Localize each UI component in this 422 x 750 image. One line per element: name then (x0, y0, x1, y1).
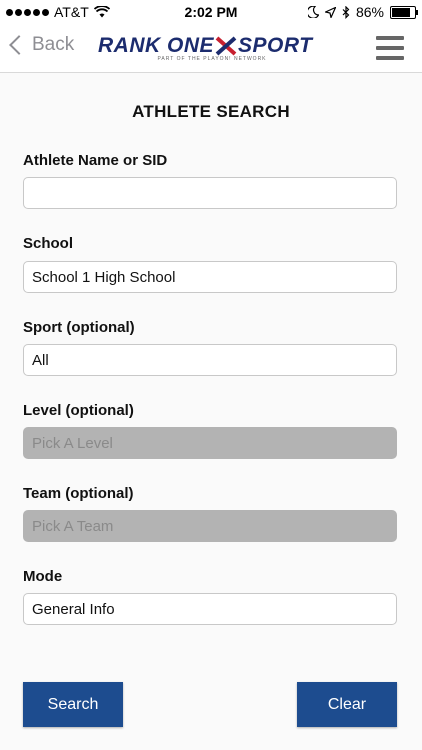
athlete-name-input[interactable] (23, 177, 397, 209)
battery-icon (390, 5, 418, 19)
back-button[interactable]: Back (8, 34, 74, 56)
athlete-name-label: Athlete Name or SID (23, 152, 168, 169)
school-label: School (23, 235, 74, 252)
logo-x-icon (215, 36, 237, 56)
level-label: Level (optional) (23, 402, 134, 419)
sport-label: Sport (optional) (23, 319, 135, 336)
mode-select[interactable]: General Info (23, 593, 397, 625)
school-value: School 1 High School (32, 268, 176, 286)
nav-bar: Back RANK ONE SPORT PART OF THE PLAYON! … (0, 24, 422, 73)
battery-percent: 86% (355, 4, 384, 20)
page-title: ATHLETE SEARCH (132, 102, 290, 121)
location-arrow-icon (324, 6, 336, 18)
status-bar: AT&T 2:02 PM 86% (0, 0, 422, 24)
team-label: Team (optional) (23, 485, 134, 502)
logo-text-sport: SPORT (238, 34, 313, 57)
status-right: 86% (307, 4, 418, 20)
search-button[interactable]: Search (23, 682, 123, 727)
hamburger-menu-icon[interactable] (376, 36, 404, 60)
bluetooth-icon (342, 5, 350, 19)
rank-one-sport-logo: RANK ONE SPORT PART OF THE PLAYON! NETWO… (98, 34, 326, 62)
logo-text-rank-one: RANK ONE (98, 34, 215, 57)
moon-icon (307, 6, 319, 18)
team-select[interactable]: Pick A Team (23, 510, 397, 542)
chevron-left-icon (9, 35, 29, 55)
school-select[interactable]: School 1 High School (23, 261, 397, 293)
sport-select[interactable]: All (23, 344, 397, 376)
mode-value: General Info (32, 600, 115, 618)
clear-button[interactable]: Clear (297, 682, 397, 727)
team-value: Pick A Team (32, 517, 114, 535)
level-value: Pick A Level (32, 434, 113, 452)
back-label: Back (32, 34, 75, 55)
level-select[interactable]: Pick A Level (23, 427, 397, 459)
sport-value: All (32, 351, 49, 369)
athlete-search-form: ATHLETE SEARCH Athlete Name or SID Schoo… (0, 73, 422, 750)
mode-label: Mode (23, 568, 63, 585)
